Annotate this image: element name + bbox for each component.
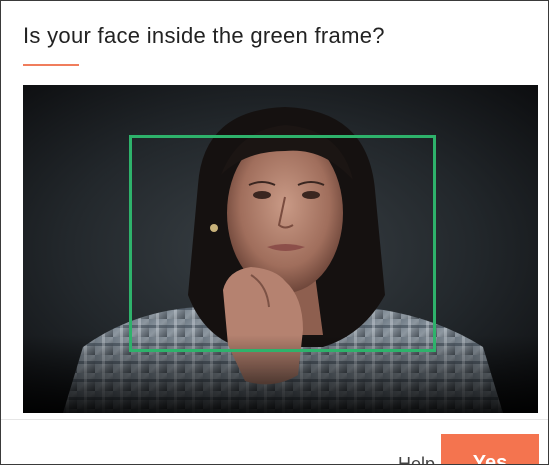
dialog-title: Is your face inside the green frame?	[23, 23, 385, 48]
yes-button[interactable]: Yes	[441, 434, 539, 464]
title-accent-divider	[23, 64, 79, 66]
dialog-footer: Help Yes	[1, 419, 548, 464]
face-guide-frame	[129, 135, 436, 352]
camera-preview	[23, 85, 538, 413]
help-link[interactable]: Help	[398, 454, 435, 464]
face-check-dialog: Is your face inside the green frame? Hel…	[0, 0, 549, 465]
